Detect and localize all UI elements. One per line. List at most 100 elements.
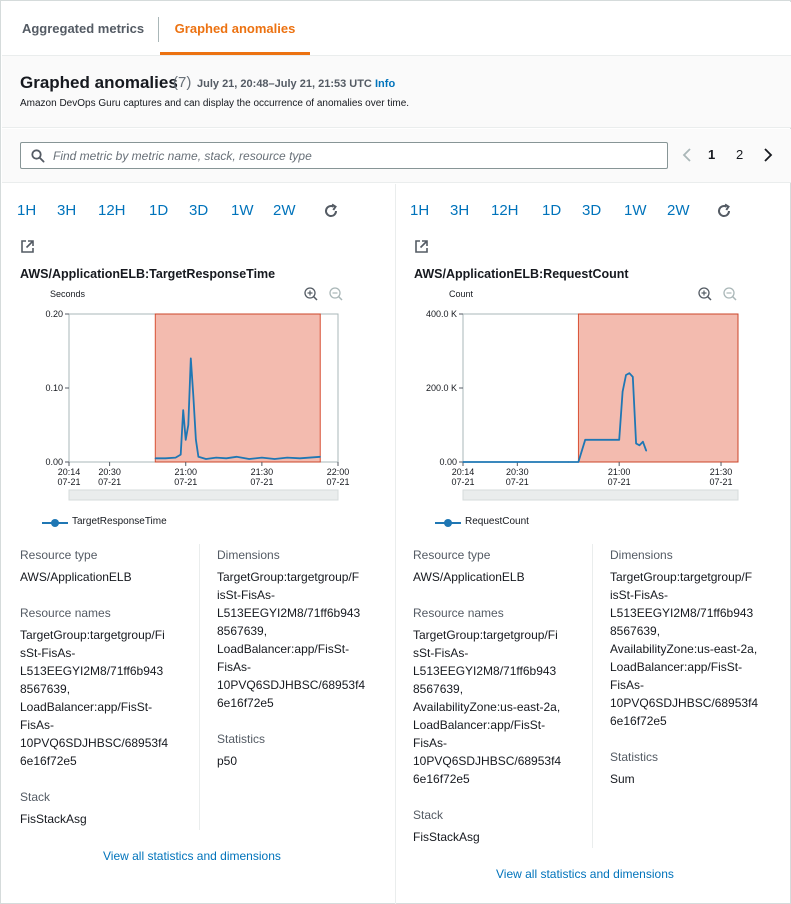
data-point	[180, 454, 182, 456]
data-point	[567, 461, 569, 463]
page-button-2[interactable]: 2	[736, 145, 743, 165]
range-2w[interactable]: 2W	[667, 202, 690, 219]
tab-aggregated-metrics[interactable]: Aggregated metrics	[8, 2, 158, 55]
external-link-icon[interactable]	[20, 239, 35, 254]
legend-series-icon	[435, 519, 461, 527]
data-point	[625, 374, 627, 376]
search-placeholder: Find metric by metric name, stack, resou…	[53, 149, 312, 163]
x-tick-label: 22:00	[327, 467, 350, 477]
data-point	[182, 409, 184, 411]
time-navigator	[462, 489, 739, 501]
x-tick-label: 20:30	[98, 467, 121, 477]
resource-names-label: Resource names	[20, 606, 111, 620]
data-point	[642, 441, 644, 443]
chevron-left-icon[interactable]	[680, 145, 694, 165]
resource-type-label: Resource type	[413, 548, 491, 562]
range-1h[interactable]: 1H	[410, 202, 429, 219]
range-12h[interactable]: 12H	[98, 202, 126, 219]
y-tick-label: 0.00	[439, 457, 457, 467]
plot-area: 0.00200.0 K400.0 K20:1407-2120:3007-2121…	[426, 309, 739, 501]
range-1d[interactable]: 1D	[149, 202, 168, 219]
data-point	[319, 456, 321, 458]
x-tick-label: 21:30	[251, 467, 274, 477]
tab-bar: Aggregated metrics Graphed anomalies	[2, 2, 791, 56]
metric-panel-request-count: 1H 3H 12H 1D 3D 1W 2W AWS/ApplicationELB…	[397, 184, 791, 904]
view-all-statistics-link[interactable]: View all statistics and dimensions	[103, 849, 281, 863]
details-divider	[199, 544, 200, 830]
x-tick-date-label: 07-21	[250, 477, 273, 487]
filter-bar: Find metric by metric name, stack, resou…	[2, 129, 791, 183]
x-tick-date-label: 07-21	[608, 477, 631, 487]
range-12h[interactable]: 12H	[491, 202, 519, 219]
data-point	[628, 372, 630, 374]
refresh-icon[interactable]	[322, 202, 340, 220]
external-link-icon[interactable]	[414, 239, 429, 254]
page-button-1[interactable]: 1	[708, 145, 715, 165]
x-tick-date-label: 07-21	[710, 477, 733, 487]
resource-type-value: AWS/ApplicationELB	[413, 570, 525, 584]
graphed-anomalies-container: Aggregated metrics Graphed anomalies Gra…	[0, 0, 791, 904]
data-point	[462, 461, 464, 463]
section-description: Amazon DevOps Guru captures and can disp…	[20, 98, 410, 109]
data-point	[299, 457, 301, 459]
data-point	[611, 439, 613, 441]
statistics-value: p50	[217, 754, 238, 768]
data-point	[235, 456, 238, 458]
data-point	[635, 442, 637, 445]
data-point	[192, 394, 194, 396]
range-1d[interactable]: 1D	[542, 202, 561, 219]
zoom-out-icon[interactable]	[723, 287, 737, 301]
info-link[interactable]: Info	[375, 78, 395, 90]
data-point	[185, 439, 187, 441]
y-axis-label: Seconds	[50, 289, 86, 299]
data-point	[621, 391, 624, 393]
range-3d[interactable]: 3D	[582, 202, 601, 219]
time-range-text: July 21, 20:48–July 21, 21:53 UTC	[197, 78, 372, 90]
y-tick-label: 0.00	[45, 457, 63, 467]
range-3h[interactable]: 3H	[450, 202, 469, 219]
y-tick-label: 0.10	[45, 383, 63, 393]
data-point	[618, 439, 620, 441]
data-point	[164, 457, 167, 459]
data-point	[248, 458, 250, 460]
x-tick-date-label: 07-21	[174, 477, 197, 487]
y-tick-label: 200.0 K	[426, 383, 457, 393]
range-1h[interactable]: 1H	[17, 202, 36, 219]
section-header: Graphed anomalies (7) July 21, 20:48–Jul…	[2, 56, 791, 128]
resource-names-label: Resource names	[413, 606, 504, 620]
range-1w[interactable]: 1W	[231, 202, 254, 219]
stack-value: FisStackAsg	[20, 812, 87, 826]
stack-label: Stack	[20, 790, 51, 804]
zoom-out-icon[interactable]	[329, 287, 343, 301]
metric-title: AWS/ApplicationELB:RequestCount	[414, 267, 629, 281]
resource-names-value: TargetGroup:targetgroup/Fi sSt-FisAs- L5…	[413, 628, 562, 786]
resource-names-value: TargetGroup:targetgroup/Fi sSt-FisAs- L5…	[20, 628, 169, 768]
page-title: Graphed anomalies	[20, 73, 178, 92]
range-2w[interactable]: 2W	[273, 202, 296, 219]
anomaly-count: (7)	[173, 74, 192, 91]
time-range-selector: 1H 3H 12H 1D 3D 1W 2W	[397, 202, 791, 222]
view-all-statistics-link[interactable]: View all statistics and dimensions	[496, 867, 674, 881]
legend-series-icon	[42, 519, 68, 527]
refresh-icon[interactable]	[715, 202, 733, 220]
dimensions-value: TargetGroup:targetgroup/F isSt-FisAs- L5…	[217, 570, 366, 710]
search-input[interactable]: Find metric by metric name, stack, resou…	[20, 142, 668, 169]
zoom-in-icon[interactable]	[304, 287, 318, 301]
data-point	[225, 457, 227, 459]
tab-graphed-anomalies[interactable]: Graphed anomalies	[160, 2, 310, 55]
data-point	[632, 376, 634, 378]
stack-label: Stack	[413, 808, 444, 822]
dimensions-label: Dimensions	[217, 548, 280, 562]
range-3h[interactable]: 3H	[57, 202, 76, 219]
statistics-label: Statistics	[610, 750, 659, 764]
metric-title: AWS/ApplicationELB:TargetResponseTime	[20, 267, 276, 281]
chevron-right-icon[interactable]	[761, 145, 775, 165]
range-1w[interactable]: 1W	[624, 202, 647, 219]
range-3d[interactable]: 3D	[189, 202, 208, 219]
anomaly-band	[154, 313, 321, 463]
data-point	[261, 456, 263, 459]
zoom-in-icon[interactable]	[698, 287, 712, 301]
legend-label: RequestCount	[465, 516, 529, 527]
resource-type-value: AWS/ApplicationELB	[20, 570, 132, 584]
time-range-selector: 1H 3H 12H 1D 3D 1W 2W	[2, 202, 396, 222]
